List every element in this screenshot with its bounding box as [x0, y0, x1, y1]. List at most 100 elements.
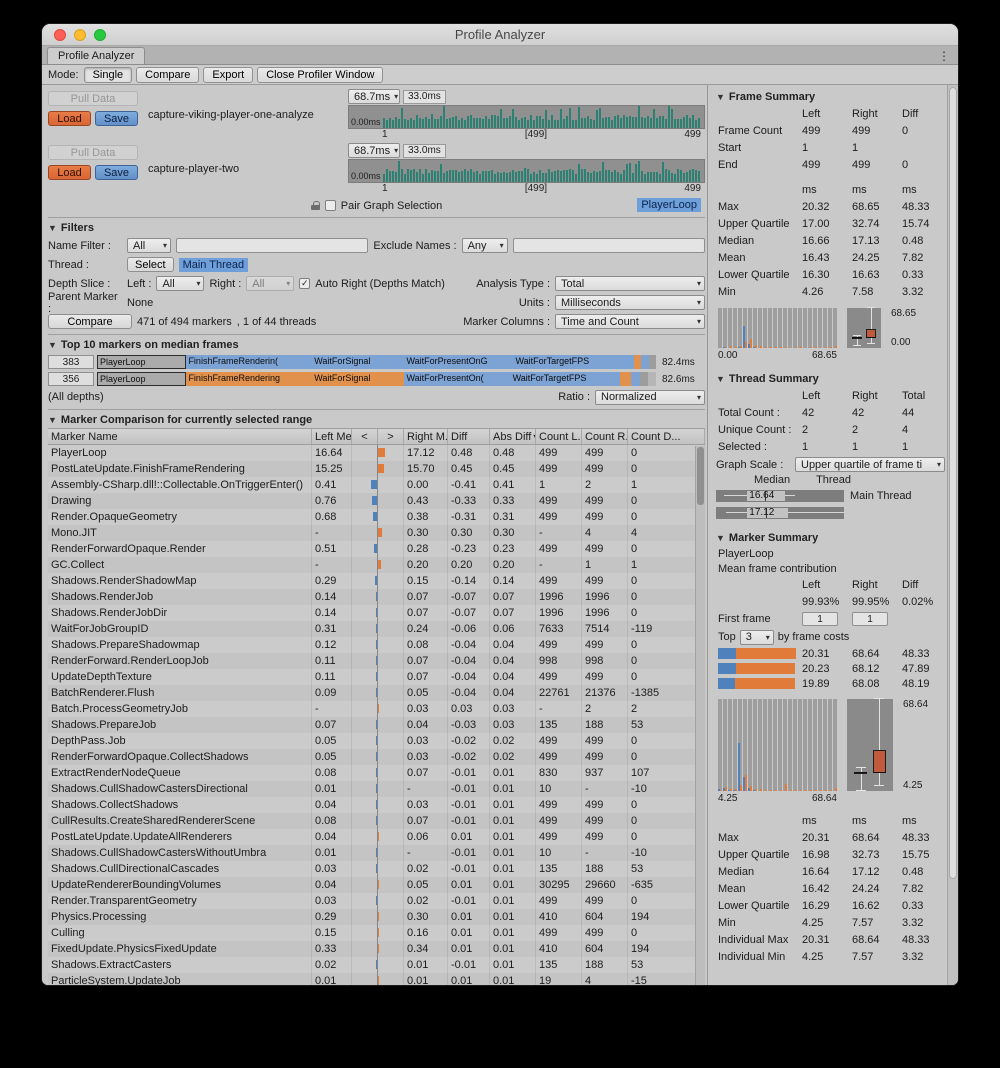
table-row[interactable]: RenderForwardOpaque.CollectShadows0.050.…: [48, 749, 705, 765]
close-button[interactable]: [54, 29, 66, 41]
top-frame-row[interactable]: 20.3168.6448.33: [716, 646, 947, 661]
pull-data-button[interactable]: Pull Data: [48, 91, 138, 106]
thread-row[interactable]: 16.64Main Thread: [716, 488, 947, 503]
table-row[interactable]: PostLateUpdate.UpdateAllRenderers0.040.0…: [48, 829, 705, 845]
table-row[interactable]: Shadows.RenderJobDir0.140.07-0.070.07199…: [48, 605, 705, 621]
frame-summary-header[interactable]: ▼ Frame Summary: [716, 89, 947, 105]
table-row[interactable]: Physics.Processing0.290.300.010.01410604…: [48, 909, 705, 925]
table-row[interactable]: Batch.ProcessGeometryJob-0.030.030.03-22: [48, 701, 705, 717]
column-header[interactable]: Left Me...: [312, 429, 352, 444]
column-header[interactable]: >: [378, 429, 404, 444]
first-frame-right-button[interactable]: 1: [852, 612, 888, 626]
comparison-section-header[interactable]: ▼ Marker Comparison for currently select…: [48, 412, 705, 428]
titlebar[interactable]: Profile Analyzer: [42, 24, 958, 46]
table-row[interactable]: DepthPass.Job0.050.03-0.020.024994990: [48, 733, 705, 749]
marker-summary-header[interactable]: ▼ Marker Summary: [716, 530, 947, 546]
marker-segment[interactable]: [622, 355, 633, 369]
column-header[interactable]: Abs Diff▾: [490, 429, 536, 444]
table-row[interactable]: Shadows.CullDirectionalCascades0.030.02-…: [48, 861, 705, 877]
name-filter-input[interactable]: [176, 238, 368, 253]
top-frame-row[interactable]: 19.8968.0848.19: [716, 676, 947, 691]
column-header[interactable]: Right M...: [404, 429, 448, 444]
table-row[interactable]: UpdateRendererBoundingVolumes0.040.050.0…: [48, 877, 705, 893]
scale-dropdown[interactable]: 68.7ms▾: [348, 143, 400, 158]
marker-segment[interactable]: [620, 372, 631, 386]
table-row[interactable]: PostLateUpdate.FinishFrameRendering15.25…: [48, 461, 705, 477]
marker-segment[interactable]: [634, 355, 642, 369]
table-row[interactable]: PlayerLoop16.6417.120.480.484994990: [48, 445, 705, 461]
exclude-names-input[interactable]: [513, 238, 705, 253]
table-row[interactable]: ParticleSystem.UpdateJob0.010.010.010.01…: [48, 973, 705, 985]
table-row[interactable]: FixedUpdate.PhysicsFixedUpdate0.330.340.…: [48, 941, 705, 957]
filters-header[interactable]: ▼ Filters: [48, 220, 705, 236]
table-row[interactable]: RenderForwardOpaque.Render0.510.28-0.230…: [48, 541, 705, 557]
marker-segment[interactable]: WaitForTargetFPS: [513, 355, 622, 369]
table-row[interactable]: Mono.JIT-0.300.300.30-44: [48, 525, 705, 541]
table-scrollbar-thumb[interactable]: [697, 447, 704, 505]
scale-dropdown[interactable]: 68.7ms▾: [348, 89, 400, 104]
table-scrollbar[interactable]: [695, 446, 705, 985]
zoom-button[interactable]: [94, 29, 106, 41]
table-row[interactable]: Render.OpaqueGeometry0.680.38-0.310.3149…: [48, 509, 705, 525]
first-frame-left-button[interactable]: 1: [802, 612, 838, 626]
pair-graph-checkbox[interactable]: [325, 200, 336, 211]
pull-data-button[interactable]: Pull Data: [48, 145, 138, 160]
foldout-icon[interactable]: ▼: [716, 533, 725, 543]
marker-segment[interactable]: PlayerLoop: [97, 355, 186, 369]
table-row[interactable]: Shadows.RenderJob0.140.07-0.070.07199619…: [48, 589, 705, 605]
table-row[interactable]: Culling0.150.160.010.014994990: [48, 925, 705, 941]
table-row[interactable]: ExtractRenderNodeQueue0.080.07-0.010.018…: [48, 765, 705, 781]
table-row[interactable]: Shadows.CullShadowCastersDirectional0.01…: [48, 781, 705, 797]
table-row[interactable]: RenderForward.RenderLoopJob0.110.07-0.04…: [48, 653, 705, 669]
table-row[interactable]: Assembly-CSharp.dll!::Collectable.OnTrig…: [48, 477, 705, 493]
foldout-icon[interactable]: ▼: [48, 340, 57, 350]
load-button[interactable]: Load: [48, 165, 91, 180]
marker-segment[interactable]: WaitForSignal: [312, 372, 404, 386]
marker-segment[interactable]: FinishFrameRenderin(: [186, 355, 312, 369]
lock-icon[interactable]: [311, 201, 320, 210]
marker-segment[interactable]: [631, 372, 640, 386]
single-button[interactable]: Single: [84, 67, 133, 83]
frame-time-chart[interactable]: 0.00ms: [348, 159, 705, 183]
marker-columns-dropdown[interactable]: Time and Count ▾: [555, 314, 705, 329]
table-row[interactable]: Shadows.PrepareJob0.070.04-0.030.0313518…: [48, 717, 705, 733]
top-frame-row[interactable]: 20.2368.1247.89: [716, 661, 947, 676]
table-row[interactable]: Shadows.PrepareShadowmap0.120.08-0.040.0…: [48, 637, 705, 653]
scrollbar-thumb[interactable]: [949, 87, 957, 879]
name-filter-mode-dropdown[interactable]: All ▾: [127, 238, 171, 253]
marker-segment[interactable]: WaitForPresentOn(: [404, 372, 510, 386]
compare-button[interactable]: Compare: [48, 314, 132, 329]
column-header[interactable]: Count R...: [582, 429, 628, 444]
marker-segment[interactable]: WaitForTargetFPS: [511, 372, 620, 386]
marker-segment[interactable]: [641, 355, 648, 369]
table-row[interactable]: Shadows.CullShadowCastersWithoutUmbra0.0…: [48, 845, 705, 861]
column-header[interactable]: Count L...: [536, 429, 582, 444]
table-row[interactable]: BatchRenderer.Flush0.090.05-0.040.042276…: [48, 685, 705, 701]
table-row[interactable]: Drawing0.760.43-0.330.334994990: [48, 493, 705, 509]
marker-segment[interactable]: WaitForPresentOnG: [404, 355, 513, 369]
marker-segment[interactable]: [640, 372, 648, 386]
marker-segment[interactable]: [649, 355, 656, 369]
marker-segment[interactable]: PlayerLoop: [97, 372, 186, 386]
table-row[interactable]: Shadows.ExtractCasters0.020.01-0.010.011…: [48, 957, 705, 973]
foldout-icon[interactable]: ▼: [716, 92, 725, 102]
vertical-scrollbar[interactable]: [947, 85, 958, 985]
table-row[interactable]: Render.TransparentGeometry0.030.02-0.010…: [48, 893, 705, 909]
foldout-icon[interactable]: ▼: [48, 415, 57, 425]
auto-right-checkbox[interactable]: ✓: [299, 278, 310, 289]
table-row[interactable]: CullResults.CreateSharedRendererScene0.0…: [48, 813, 705, 829]
frame-index-button[interactable]: 356: [48, 372, 94, 386]
top10-header[interactable]: ▼ Top 10 markers on median frames: [48, 337, 705, 353]
compare-button[interactable]: Compare: [136, 67, 199, 83]
tab-profile-analyzer[interactable]: Profile Analyzer: [47, 47, 145, 64]
column-header[interactable]: Marker Name: [48, 429, 312, 444]
table-row[interactable]: Shadows.CollectShadows0.040.03-0.010.014…: [48, 797, 705, 813]
table-row[interactable]: WaitForJobGroupID0.310.24-0.060.06763375…: [48, 621, 705, 637]
minimize-button[interactable]: [74, 29, 86, 41]
save-button[interactable]: Save: [95, 165, 138, 180]
column-header[interactable]: Diff: [448, 429, 490, 444]
column-header[interactable]: Count D...: [628, 429, 705, 444]
load-button[interactable]: Load: [48, 111, 91, 126]
foldout-icon[interactable]: ▼: [716, 374, 725, 384]
units-dropdown[interactable]: Milliseconds ▾: [555, 295, 705, 310]
